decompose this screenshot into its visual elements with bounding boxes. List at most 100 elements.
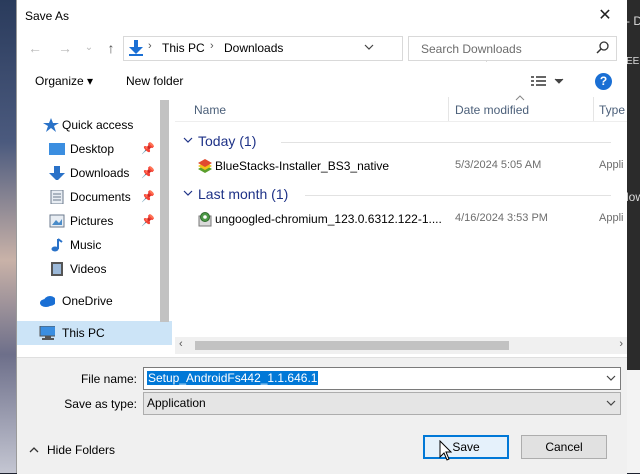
background-wallpaper-left (0, 0, 16, 473)
close-button[interactable]: ✕ (583, 0, 627, 32)
nav-item-videos[interactable]: Videos (17, 257, 172, 281)
mouse-cursor-icon (439, 440, 453, 461)
video-film-icon (51, 262, 63, 276)
cloud-icon (40, 296, 55, 307)
title-bar: Save As ✕ (17, 0, 627, 32)
back-arrow-icon[interactable]: ← (25, 38, 45, 58)
music-note-icon (51, 238, 63, 252)
chevron-down-icon[interactable] (606, 373, 616, 383)
search-input[interactable]: Search Downloads (408, 36, 617, 61)
sort-chevron-icon (515, 95, 525, 101)
scrollbar-thumb[interactable] (195, 341, 509, 350)
help-icon[interactable]: ? (595, 73, 612, 90)
nav-item-label: Videos (70, 262, 107, 276)
bluestacks-app-icon (198, 159, 212, 173)
file-name-input[interactable]: Setup_AndroidFs442_1.1.646.1 (143, 367, 621, 390)
nav-item-downloads[interactable]: Downloads 📌 (17, 161, 172, 185)
nav-item-onedrive[interactable]: OneDrive (17, 289, 172, 313)
command-bar: Organize ▾ New folder ? (17, 66, 627, 96)
documents-icon (50, 190, 64, 204)
save-as-type-value: Application (147, 396, 206, 410)
file-type: Appli (599, 212, 624, 224)
nav-item-this-pc[interactable]: This PC (17, 321, 172, 345)
breadcrumb-separator-icon: › (148, 40, 152, 52)
file-row[interactable]: BlueStacks-Installer_BS3_native 5/3/2024… (175, 155, 627, 177)
hide-folders-label: Hide Folders (47, 443, 116, 457)
save-as-type-label: Save as type: (64, 397, 137, 411)
scrollbar-thumb[interactable] (160, 100, 169, 322)
file-list: Name Date modified Type Today (1) BlueSt… (175, 95, 627, 355)
group-label: Today (1) (198, 133, 257, 149)
group-divider (305, 195, 611, 196)
organize-button[interactable]: Organize ▾ (35, 74, 93, 88)
monitor-icon (39, 326, 55, 340)
column-header-type[interactable]: Type (599, 103, 625, 117)
group-divider (281, 142, 611, 143)
dialog-title: Save As (25, 9, 70, 23)
nav-item-label: Quick access (62, 118, 134, 132)
scroll-left-icon[interactable]: ‹ (179, 338, 183, 350)
nav-item-label: Pictures (70, 214, 114, 228)
background-text: - D (626, 14, 640, 28)
view-options-icon[interactable] (531, 75, 565, 87)
file-row[interactable]: ungoogled-chromium_123.0.6312.122-1.... … (175, 208, 627, 230)
pin-icon: 📌 (141, 215, 155, 227)
file-name-value: Setup_AndroidFs442_1.1.646.1 (147, 371, 319, 385)
group-label: Last month (1) (198, 186, 289, 202)
background-window-right: - D EEB low (626, 0, 640, 473)
breadcrumb-this-pc[interactable]: This PC (162, 41, 205, 55)
background-text: EEB (626, 56, 640, 67)
nav-item-pictures[interactable]: Pictures 📌 (17, 209, 172, 233)
file-name-label: File name: (80, 372, 137, 386)
nav-item-label: OneDrive (62, 294, 113, 308)
chevron-down-icon (606, 400, 616, 406)
nav-item-music[interactable]: Music (17, 233, 172, 257)
up-arrow-icon[interactable]: ↑ (101, 38, 121, 58)
file-type: Appli (599, 159, 624, 171)
save-button[interactable]: Save (423, 435, 509, 459)
forward-arrow-icon[interactable]: → (55, 38, 75, 58)
column-header-name[interactable]: Name (194, 103, 226, 117)
nav-item-label: Documents (70, 190, 131, 204)
breadcrumb-downloads[interactable]: Downloads (224, 41, 283, 55)
address-row: ← → ⌄ ↑ › This PC › Downloads Search Dow… (17, 34, 627, 62)
pin-icon: 📌 (141, 191, 155, 203)
address-dropdown-icon[interactable] (364, 42, 374, 52)
column-header-date[interactable]: Date modified (455, 103, 529, 117)
search-icon (596, 41, 609, 54)
desktop-icon (49, 143, 65, 155)
file-date: 4/16/2024 3:53 PM (455, 212, 548, 224)
file-name: BlueStacks-Installer_BS3_native (215, 159, 390, 173)
collapse-chevron-icon (183, 190, 193, 196)
pin-icon: 📌 (141, 143, 155, 155)
nav-item-label: Desktop (70, 142, 115, 156)
nav-item-documents[interactable]: Documents 📌 (17, 185, 172, 209)
installer-app-icon (198, 212, 212, 227)
nav-item-label: This PC (62, 326, 105, 340)
save-as-dialog: Save As ✕ ← → ⌄ ↑ › This PC › Downloads … (16, 0, 627, 474)
new-folder-button[interactable]: New folder (126, 74, 183, 88)
scroll-right-icon[interactable]: › (619, 338, 623, 350)
chevron-up-icon (29, 447, 39, 453)
search-placeholder: Search Downloads (421, 42, 522, 56)
star-icon (43, 118, 59, 132)
download-arrow-icon (129, 40, 143, 56)
column-divider[interactable] (448, 97, 449, 121)
cancel-button[interactable]: Cancel (521, 435, 607, 459)
file-name: ungoogled-chromium_123.0.6312.122-1.... (215, 212, 442, 226)
background-text: low (626, 190, 640, 204)
background-strip (626, 370, 640, 473)
column-divider[interactable] (593, 97, 594, 121)
save-as-type-select[interactable]: Application (143, 392, 621, 415)
pictures-icon (49, 214, 65, 228)
nav-item-label: Downloads (70, 166, 130, 180)
nav-item-quick-access[interactable]: Quick access (17, 113, 172, 137)
nav-item-desktop[interactable]: Desktop 📌 (17, 137, 172, 161)
nav-item-label: Music (70, 238, 102, 252)
navigation-scrollbar[interactable] (157, 97, 172, 355)
pin-icon: 📌 (141, 167, 155, 179)
recent-locations-chevron-icon[interactable]: ⌄ (79, 38, 99, 58)
horizontal-scrollbar[interactable]: ‹ › (175, 337, 627, 354)
address-bar[interactable]: › This PC › Downloads (123, 36, 503, 62)
navigation-pane: Quick access Desktop 📌 Downloads 📌 Docum… (17, 97, 172, 355)
